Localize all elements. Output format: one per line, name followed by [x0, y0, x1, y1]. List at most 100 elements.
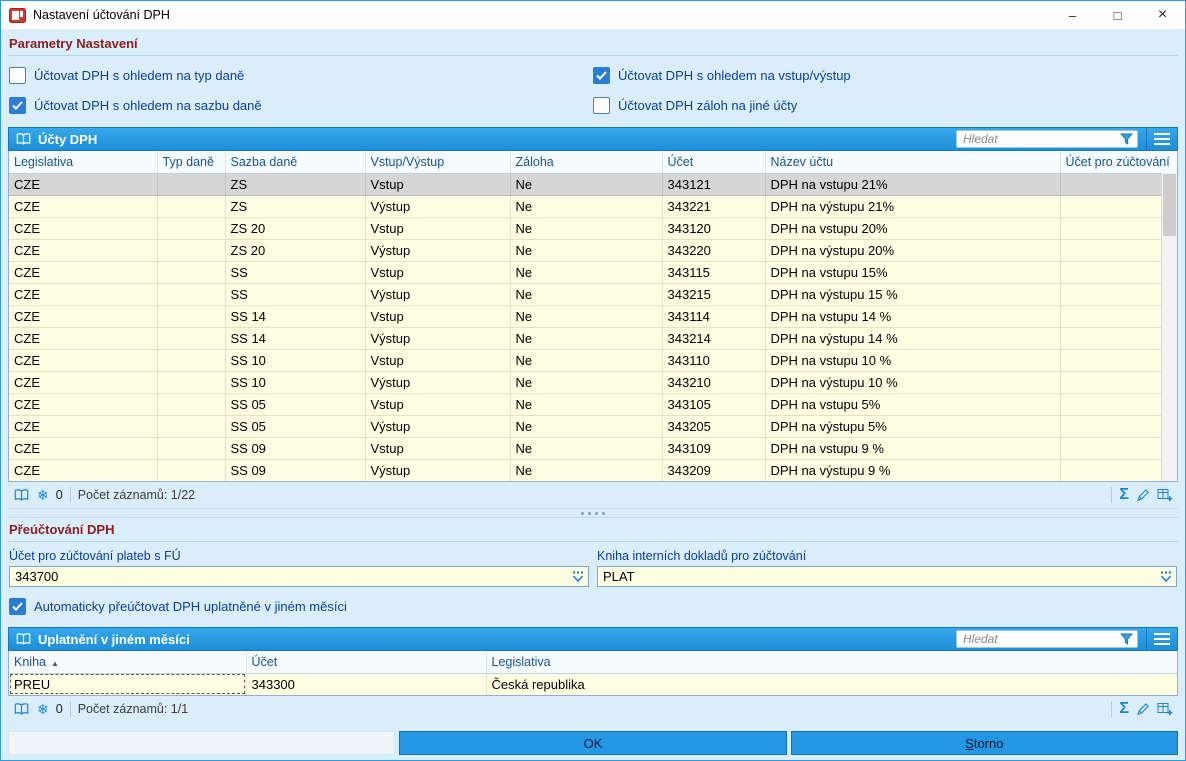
- table-cell[interactable]: [157, 415, 225, 437]
- table-cell[interactable]: CZE: [9, 459, 157, 481]
- table-row[interactable]: CZESS 09VstupNe343109DPH na vstupu 9 %: [9, 437, 1178, 459]
- table-add-icon[interactable]: [1157, 488, 1173, 502]
- storno-button[interactable]: Storno: [791, 731, 1178, 755]
- table-row[interactable]: CZEZSVstupNe343121DPH na vstupu 21%: [9, 173, 1178, 195]
- lookup-dropdown-icon[interactable]: [571, 570, 585, 583]
- table-cell[interactable]: 343121: [662, 173, 765, 195]
- vat-grid-search[interactable]: [956, 130, 1138, 148]
- checkbox-box[interactable]: [9, 67, 26, 84]
- table-cell[interactable]: [157, 437, 225, 459]
- table-cell[interactable]: ZS 20: [225, 239, 365, 261]
- table-cell[interactable]: DPH na vstupu 10 %: [765, 349, 1060, 371]
- close-button[interactable]: ×: [1140, 1, 1185, 29]
- table-cell[interactable]: [157, 459, 225, 481]
- splitter-handle[interactable]: [8, 508, 1178, 518]
- table-cell[interactable]: Výstup: [365, 459, 510, 481]
- table-cell[interactable]: Ne: [510, 459, 662, 481]
- table-cell[interactable]: 343115: [662, 261, 765, 283]
- snowflake-icon[interactable]: ❄: [37, 701, 49, 718]
- filter-icon[interactable]: [1120, 133, 1133, 145]
- table-cell[interactable]: DPH na výstupu 9 %: [765, 459, 1060, 481]
- table-row[interactable]: CZESSVýstupNe343215DPH na výstupu 15 %: [9, 283, 1178, 305]
- other-grid-menu-button[interactable]: [1146, 628, 1177, 650]
- table-cell[interactable]: SS 14: [225, 305, 365, 327]
- table-cell[interactable]: PREU: [9, 673, 246, 695]
- table-row[interactable]: CZESS 05VstupNe343105DPH na vstupu 5%: [9, 393, 1178, 415]
- column-header[interactable]: Účet: [662, 151, 765, 173]
- table-cell[interactable]: CZE: [9, 415, 157, 437]
- table-cell[interactable]: [157, 261, 225, 283]
- table-cell[interactable]: Vstup: [365, 261, 510, 283]
- table-cell[interactable]: [157, 371, 225, 393]
- table-cell[interactable]: 343114: [662, 305, 765, 327]
- table-cell[interactable]: [157, 173, 225, 195]
- table-cell[interactable]: 343215: [662, 283, 765, 305]
- table-cell[interactable]: [157, 349, 225, 371]
- column-header[interactable]: Legislativa: [9, 151, 157, 173]
- sum-icon[interactable]: Σ: [1119, 486, 1129, 504]
- table-cell[interactable]: 343209: [662, 459, 765, 481]
- table-cell[interactable]: SS 09: [225, 459, 365, 481]
- edit-icon[interactable]: [1136, 702, 1150, 716]
- column-header[interactable]: Účet pro zúčtování: [1060, 151, 1178, 173]
- minimize-button[interactable]: –: [1050, 1, 1095, 29]
- table-add-icon[interactable]: [1157, 702, 1173, 716]
- table-row[interactable]: CZEZS 20VstupNe343120DPH na vstupu 20%: [9, 217, 1178, 239]
- table-cell[interactable]: ZS: [225, 195, 365, 217]
- column-header[interactable]: Legislativa: [486, 651, 1178, 673]
- table-cell[interactable]: 343220: [662, 239, 765, 261]
- table-cell[interactable]: DPH na výstupu 15 %: [765, 283, 1060, 305]
- column-header[interactable]: Vstup/Výstup: [365, 151, 510, 173]
- checkbox-box[interactable]: [9, 97, 26, 114]
- table-cell[interactable]: Vstup: [365, 173, 510, 195]
- table-cell[interactable]: Vstup: [365, 305, 510, 327]
- scrollbar-thumb[interactable]: [1163, 174, 1176, 236]
- filter-icon[interactable]: [1120, 633, 1133, 645]
- checkbox-box[interactable]: [9, 598, 26, 615]
- table-cell[interactable]: SS: [225, 283, 365, 305]
- table-cell[interactable]: CZE: [9, 261, 157, 283]
- checkbox-parameter-1[interactable]: Účtovat DPH s ohledem na vstup/výstup: [593, 67, 1177, 84]
- view-columns-icon[interactable]: [13, 702, 30, 716]
- table-cell[interactable]: 343110: [662, 349, 765, 371]
- table-row[interactable]: CZE SS 09VýstupNe343209DPH na výstupu 9 %: [9, 459, 1178, 481]
- table-row[interactable]: CZESS 10VýstupNe343210DPH na výstupu 10 …: [9, 371, 1178, 393]
- table-cell[interactable]: SS 14: [225, 327, 365, 349]
- table-cell[interactable]: [157, 393, 225, 415]
- sum-icon[interactable]: Σ: [1119, 700, 1129, 718]
- table-cell[interactable]: 343205: [662, 415, 765, 437]
- table-row[interactable]: CZEZS 20VýstupNe343220DPH na výstupu 20%: [9, 239, 1178, 261]
- table-cell[interactable]: SS 10: [225, 371, 365, 393]
- table-cell[interactable]: DPH na vstupu 15%: [765, 261, 1060, 283]
- table-cell[interactable]: SS 10: [225, 349, 365, 371]
- column-header[interactable]: Kniha▲: [9, 651, 246, 673]
- ok-button[interactable]: OK: [399, 731, 786, 755]
- table-row[interactable]: CZEZSVýstupNe343221DPH na výstupu 21%: [9, 195, 1178, 217]
- table-cell[interactable]: Vstup: [365, 437, 510, 459]
- table-cell[interactable]: DPH na vstupu 21%: [765, 173, 1060, 195]
- table-cell[interactable]: [157, 239, 225, 261]
- table-cell[interactable]: Ne: [510, 283, 662, 305]
- table-cell[interactable]: SS: [225, 261, 365, 283]
- table-cell[interactable]: CZE: [9, 371, 157, 393]
- table-row[interactable]: CZESS 14VstupNe343114DPH na vstupu 14 %: [9, 305, 1178, 327]
- table-cell[interactable]: DPH na výstupu 21%: [765, 195, 1060, 217]
- checkbox-box[interactable]: [593, 67, 610, 84]
- table-cell[interactable]: Výstup: [365, 415, 510, 437]
- table-cell[interactable]: CZE: [9, 393, 157, 415]
- table-cell[interactable]: CZE: [9, 239, 157, 261]
- checkbox-auto-reaccount[interactable]: Automaticky přeúčtovat DPH uplatněné v j…: [9, 598, 1177, 615]
- table-cell[interactable]: Ne: [510, 195, 662, 217]
- table-cell[interactable]: ZS: [225, 173, 365, 195]
- table-cell[interactable]: Vstup: [365, 349, 510, 371]
- fu-settlement-account-input[interactable]: [15, 569, 571, 584]
- table-cell[interactable]: Ne: [510, 393, 662, 415]
- checkbox-parameter-0[interactable]: Účtovat DPH s ohledem na typ daně: [9, 67, 593, 84]
- table-cell[interactable]: [157, 283, 225, 305]
- table-cell[interactable]: Výstup: [365, 371, 510, 393]
- table-cell[interactable]: 343120: [662, 217, 765, 239]
- table-cell[interactable]: DPH na vstupu 5%: [765, 393, 1060, 415]
- table-cell[interactable]: Ne: [510, 415, 662, 437]
- table-cell[interactable]: ZS 20: [225, 217, 365, 239]
- table-cell[interactable]: [157, 305, 225, 327]
